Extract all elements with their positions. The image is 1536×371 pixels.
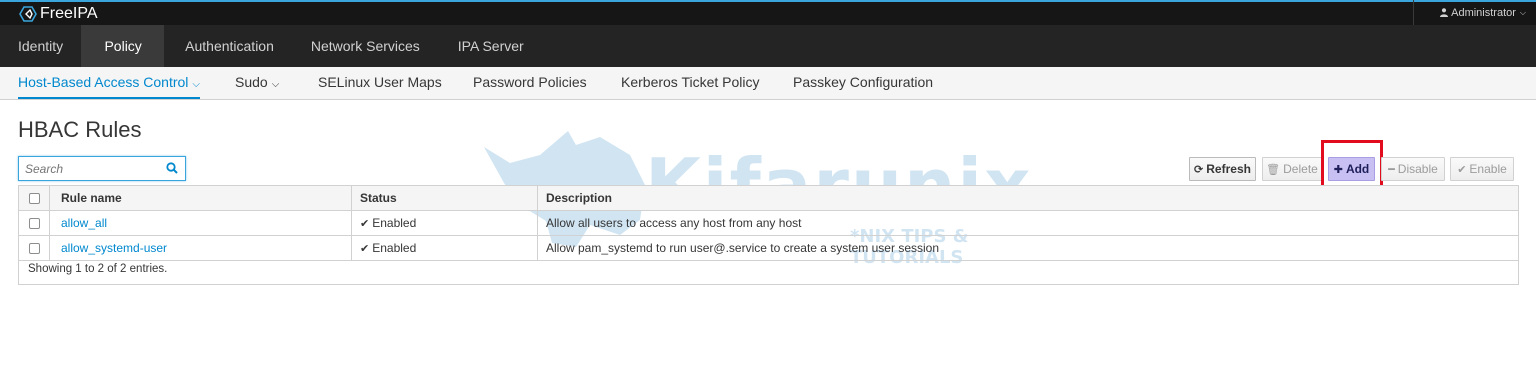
subnav-label: Kerberos Ticket Policy <box>621 74 760 90</box>
nav-authentication[interactable]: Authentication <box>164 25 294 67</box>
enable-label: Enable <box>1469 162 1507 176</box>
user-name: Administrator <box>1451 6 1516 19</box>
column-header-rule-name[interactable]: Rule name <box>50 186 352 210</box>
column-header-status[interactable]: Status <box>352 186 538 210</box>
chevron-down-icon: ⌵ <box>1519 7 1526 17</box>
subnav-label: SELinux User Maps <box>318 74 442 90</box>
nav-policy[interactable]: Policy <box>81 25 165 67</box>
nav-label: Policy <box>104 38 142 54</box>
row-select-cell <box>19 236 50 260</box>
freeipa-logo-icon <box>19 6 37 22</box>
subnav-label: Sudo <box>235 74 268 90</box>
subnav-label: Password Policies <box>473 74 587 90</box>
chevron-down-icon: ⌵ <box>271 79 280 90</box>
rule-name-cell: allow_all <box>50 211 352 235</box>
check-icon: ✔ <box>360 243 370 255</box>
check-icon: ✔ <box>360 218 370 230</box>
top-bar: FreeIPA Administrator ⌵ <box>0 0 1536 25</box>
row-checkbox[interactable] <box>28 242 40 254</box>
description-cell: Allow pam_systemd to run user@.service t… <box>546 241 939 255</box>
row-select-cell <box>19 211 50 235</box>
status-cell: ✔ Enabled <box>352 236 538 260</box>
status-text: Enabled <box>372 216 417 230</box>
check-icon: ✔ <box>1457 163 1467 176</box>
nav-label: Network Services <box>310 38 420 54</box>
nav-label: Identity <box>18 38 64 54</box>
disable-button[interactable]: ━ Disable <box>1381 157 1445 181</box>
nav-ipa-server[interactable]: IPA Server <box>438 25 542 67</box>
delete-button[interactable]: 🗑 Delete <box>1262 157 1322 181</box>
table-row: allow_all ✔ Enabled Allow all users to ac… <box>19 211 1518 236</box>
subnav-hbac[interactable]: Host-Based Access Control ⌵ <box>18 67 200 99</box>
subnav-password-policies[interactable]: Password Policies <box>473 67 587 99</box>
trash-icon: 🗑 <box>1266 163 1281 176</box>
table-row: allow_systemd-user ✔ Enabled Allow pam_sy… <box>19 236 1518 261</box>
subnav-kerberos-ticket-policy[interactable]: Kerberos Ticket Policy <box>621 67 760 99</box>
select-all-checkbox[interactable] <box>28 192 40 204</box>
table-header: Rule name Status Description <box>19 186 1518 211</box>
description-cell: Allow all users to access any host from … <box>546 216 802 230</box>
add-label: Add <box>1345 162 1370 176</box>
minus-icon: ━ <box>1388 163 1395 176</box>
brand-name: FreeIPA <box>40 5 98 22</box>
search-input[interactable] <box>19 157 159 180</box>
nav-label: Authentication <box>185 38 274 54</box>
refresh-label: Refresh <box>1206 162 1251 176</box>
add-button[interactable]: ✚ Add <box>1328 157 1375 181</box>
user-icon <box>1440 8 1449 17</box>
column-header-description[interactable]: Description <box>538 186 1518 210</box>
subnav-selinux-user-maps[interactable]: SELinux User Maps <box>318 67 442 99</box>
page-title: HBAC Rules <box>18 117 142 142</box>
rule-name-link[interactable]: allow_all <box>61 216 107 230</box>
row-checkbox[interactable] <box>28 217 40 229</box>
select-all-cell <box>19 186 50 210</box>
refresh-button[interactable]: ⟳ Refresh <box>1189 157 1256 181</box>
search-icon[interactable] <box>166 162 178 174</box>
sub-nav: Host-Based Access Control ⌵ Sudo ⌵ SELinux… <box>0 67 1536 100</box>
user-menu[interactable]: Administrator ⌵ <box>1413 0 1536 25</box>
delete-label: Delete <box>1283 162 1318 176</box>
nav-identity[interactable]: Identity <box>0 25 81 67</box>
plus-icon: ✚ <box>1333 163 1343 176</box>
status-text: Enabled <box>372 241 417 255</box>
rules-table: Rule name Status Description allow_all ✔… <box>18 185 1519 285</box>
rule-name-link[interactable]: allow_systemd-user <box>61 241 167 255</box>
refresh-icon: ⟳ <box>1194 163 1204 176</box>
enable-button[interactable]: ✔ Enable <box>1450 157 1514 181</box>
subnav-passkey-configuration[interactable]: Passkey Configuration <box>793 67 933 99</box>
table-footer-info: Showing 1 to 2 of 2 entries. <box>28 263 168 275</box>
brand-logo[interactable]: FreeIPA <box>18 3 98 25</box>
subnav-label: Host-Based Access Control <box>18 74 189 90</box>
search-field[interactable] <box>18 156 186 181</box>
rule-name-cell: allow_systemd-user <box>50 236 352 260</box>
disable-label: Disable <box>1397 162 1438 176</box>
nav-network-services[interactable]: Network Services <box>294 25 438 67</box>
subnav-label: Passkey Configuration <box>793 74 934 90</box>
chevron-down-icon: ⌵ <box>192 79 200 90</box>
nav-label: IPA Server <box>457 38 524 54</box>
status-cell: ✔ Enabled <box>352 211 538 235</box>
subnav-sudo[interactable]: Sudo ⌵ <box>235 67 279 99</box>
main-nav: Identity Policy Authentication Network S… <box>0 25 1536 67</box>
